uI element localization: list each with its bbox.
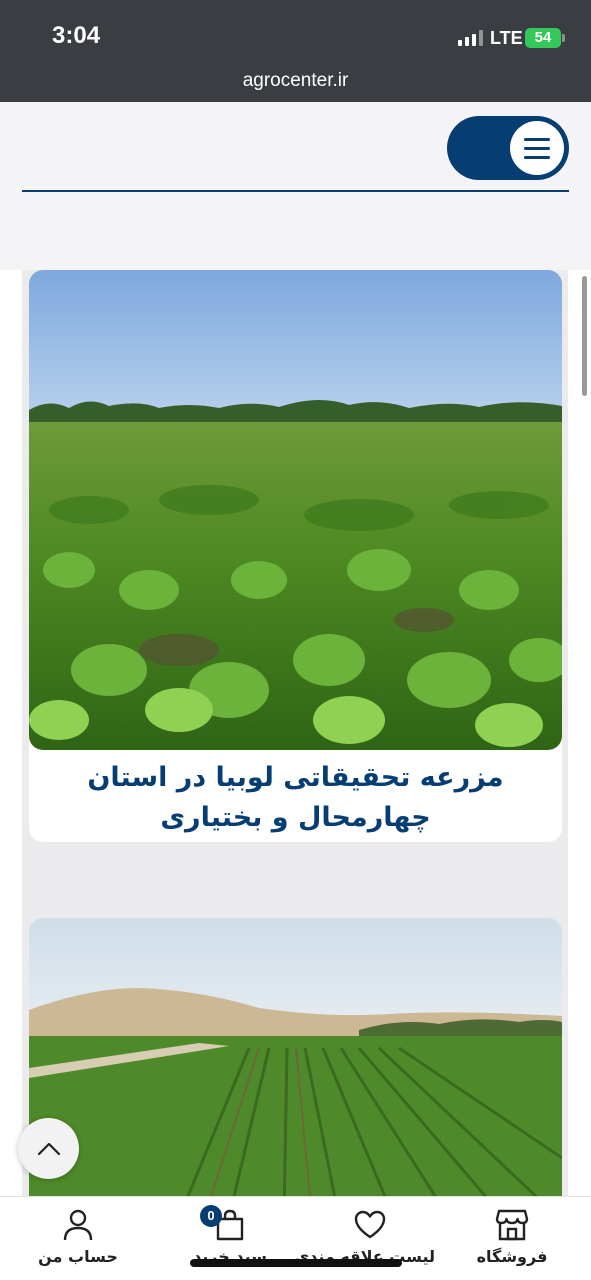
battery-icon: 54 (525, 28, 565, 48)
status-time: 3:04 (52, 22, 101, 49)
user-icon (13, 1207, 143, 1243)
nav-account-label: حساب من (38, 1247, 118, 1266)
url-bar[interactable]: agrocenter.ir (0, 62, 591, 102)
nav-wishlist[interactable]: لیست علاقه مندی (295, 1207, 435, 1266)
post-title[interactable]: مزرعه تحقیقاتی لوبیا در استان چهارمحال و… (29, 750, 562, 838)
cart-count-badge: 0 (200, 1205, 222, 1227)
bean-field-photo[interactable] (29, 270, 562, 750)
signal-icon (458, 30, 483, 46)
nav-account[interactable]: حساب من (13, 1207, 143, 1266)
post-list: مزرعه تحقیقاتی لوبیا در استان چهارمحال و… (0, 270, 591, 1196)
post-card[interactable]: مزرعه تحقیقاتی لوبیا در استان چهارمحال و… (29, 270, 562, 842)
home-indicator[interactable] (190, 1259, 402, 1267)
url-text: agrocenter.ir (242, 70, 349, 91)
network-type: LTE (490, 28, 523, 48)
battery-level: 54 (534, 29, 552, 46)
nav-store[interactable]: فروشگاه (447, 1207, 577, 1266)
nav-store-label: فروشگاه (476, 1247, 548, 1266)
chevron-up-icon (37, 1142, 60, 1155)
status-bar: 3:04 LTE 54 (0, 0, 591, 62)
bottom-navigation: فروشگاه لیست علاقه مندی سبد خرید حساب من (0, 1196, 591, 1280)
store-icon (447, 1207, 577, 1243)
hamburger-menu-icon (510, 121, 564, 175)
site-header (0, 102, 591, 270)
menu-toggle-button[interactable] (447, 116, 569, 180)
heart-icon (305, 1207, 435, 1243)
nav-cart[interactable]: سبد خرید (165, 1207, 295, 1266)
back-to-top-button[interactable] (18, 1118, 79, 1179)
field-rows-mountains-photo[interactable] (29, 918, 562, 1196)
scrollbar[interactable] (582, 276, 587, 396)
post-card[interactable] (29, 918, 562, 1196)
shopping-bag-icon (165, 1207, 295, 1243)
header-divider (22, 190, 569, 192)
